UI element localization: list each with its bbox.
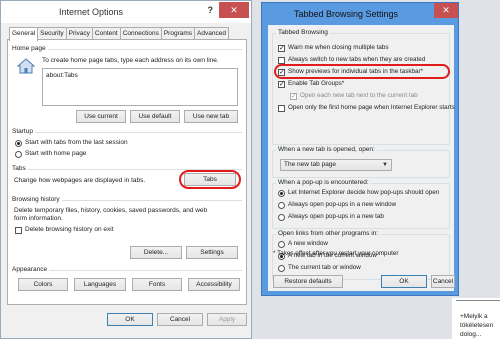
startup-home-page-label[interactable]: Start with home page [25, 150, 86, 158]
tab-general[interactable]: General [9, 27, 39, 41]
home-page-label: Home page [12, 45, 48, 52]
tabbed-browsing-group-title: Tabbed Browsing [276, 29, 330, 36]
links-current-tab-label[interactable]: The current tab or window [288, 264, 361, 272]
divider [12, 132, 242, 133]
use-default-button[interactable]: Use default [130, 110, 180, 123]
background-text-3: dolog... [460, 331, 482, 338]
fonts-button[interactable]: Fonts [132, 278, 182, 291]
tabs-section-label: Tabs [12, 165, 28, 172]
io-ok-button[interactable]: OK [107, 313, 153, 326]
startup-last-session-label[interactable]: Start with tabs from the last session [25, 139, 128, 147]
restore-defaults-button[interactable]: Restore defaults [273, 275, 343, 288]
languages-button[interactable]: Languages [74, 278, 126, 291]
popup-ie-decide-label[interactable]: Let Internet Explorer decide how pop-ups… [288, 189, 439, 197]
background-text-2: tökéletesen [460, 322, 494, 329]
colors-button[interactable]: Colors [18, 278, 68, 291]
io-close-button[interactable]: ✕ [219, 2, 249, 18]
startup-last-session-radio[interactable] [15, 140, 22, 147]
open-next-to-current-checkbox[interactable] [290, 92, 297, 100]
switch-new-tabs-label[interactable]: Always switch to new tabs when they are … [288, 56, 425, 64]
appearance-label: Appearance [12, 266, 50, 273]
highlight-oval [274, 64, 450, 79]
home-page-desc: To create home page tabs, type each addr… [42, 57, 219, 64]
history-desc-1: Delete temporary files, history, cookies… [14, 207, 208, 214]
restart-note: * Takes effect after you restart your co… [273, 250, 399, 257]
use-new-tab-button[interactable]: Use new tab [184, 110, 238, 123]
popup-new-tab-radio[interactable] [278, 214, 285, 221]
background-divider [456, 300, 500, 301]
new-tab-group-title: When a new tab is opened, open: [276, 146, 377, 153]
history-desc-2: form information. [14, 215, 63, 222]
delete-history-button[interactable]: Delete... [130, 246, 182, 259]
tab-groups-label[interactable]: Enable Tab Groups* [288, 80, 344, 88]
popup-new-tab-label[interactable]: Always open pop-ups in a new tab [288, 213, 384, 221]
home-page-url-value: about:Tabs [46, 72, 78, 79]
popup-ie-decide-radio[interactable] [278, 190, 285, 197]
links-new-window-radio[interactable] [278, 241, 285, 248]
switch-new-tabs-checkbox[interactable] [278, 57, 285, 64]
help-button[interactable]: ? [208, 5, 214, 15]
internet-options-window: Internet Options ? ✕ General Security Pr… [0, 0, 252, 339]
first-home-page-label[interactable]: Open only the first home page when Inter… [288, 104, 455, 112]
links-group-title: Open links from other programs in: [276, 230, 381, 237]
browsing-history-label: Browsing history [12, 196, 62, 203]
warn-close-label[interactable]: Warn me when closing multiple tabs [288, 44, 389, 52]
open-next-to-current-label[interactable]: Open each new tab next to the current ta… [300, 92, 418, 100]
new-tab-select[interactable]: The new tab page ▼ [280, 159, 392, 171]
io-cancel-button[interactable]: Cancel [157, 313, 203, 326]
popup-group-title: When a pop-up is encountered: [276, 179, 371, 186]
io-body: General Security Privacy Content Connect… [1, 23, 251, 338]
tb-titlebar[interactable]: Tabbed Browsing Settings ✕ [262, 3, 458, 25]
popup-new-window-label[interactable]: Always open pop-ups in a new window [288, 201, 396, 209]
tabs-desc: Change how webpages are displayed in tab… [14, 177, 146, 184]
tb-title: Tabbed Browsing Settings [293, 9, 399, 19]
first-home-page-checkbox[interactable] [278, 105, 285, 112]
io-title: Internet Options [58, 7, 124, 17]
links-current-tab-radio[interactable] [278, 265, 285, 272]
tb-ok-button[interactable]: OK [381, 275, 427, 288]
io-titlebar[interactable]: Internet Options ? ✕ [1, 1, 251, 23]
new-tab-select-value: The new tab page [284, 161, 337, 168]
warn-close-checkbox[interactable] [278, 44, 285, 52]
chevron-down-icon: ▼ [382, 162, 388, 168]
general-tab-panel: Home page To create home page tabs, type… [7, 39, 247, 305]
use-current-button[interactable]: Use current [76, 110, 126, 123]
background-text-1: +Melyik a [460, 313, 488, 320]
popup-new-window-radio[interactable] [278, 202, 285, 209]
delete-on-exit-label[interactable]: Delete browsing history on exit [25, 226, 114, 234]
io-apply-button[interactable]: Apply [207, 313, 247, 326]
tb-close-button[interactable]: ✕ [434, 3, 458, 18]
tb-cancel-button[interactable]: Cancel [431, 275, 455, 288]
startup-home-page-radio[interactable] [15, 151, 22, 158]
home-icon [16, 58, 36, 74]
home-page-url-input[interactable]: about:Tabs [42, 68, 238, 106]
delete-on-exit-checkbox[interactable] [15, 227, 22, 234]
history-settings-button[interactable]: Settings [186, 246, 238, 259]
accessibility-button[interactable]: Accessibility [188, 278, 240, 291]
highlight-oval [179, 170, 241, 189]
tab-groups-checkbox[interactable] [278, 80, 285, 88]
links-new-window-label[interactable]: A new window [288, 240, 328, 248]
startup-label: Startup [12, 128, 35, 135]
